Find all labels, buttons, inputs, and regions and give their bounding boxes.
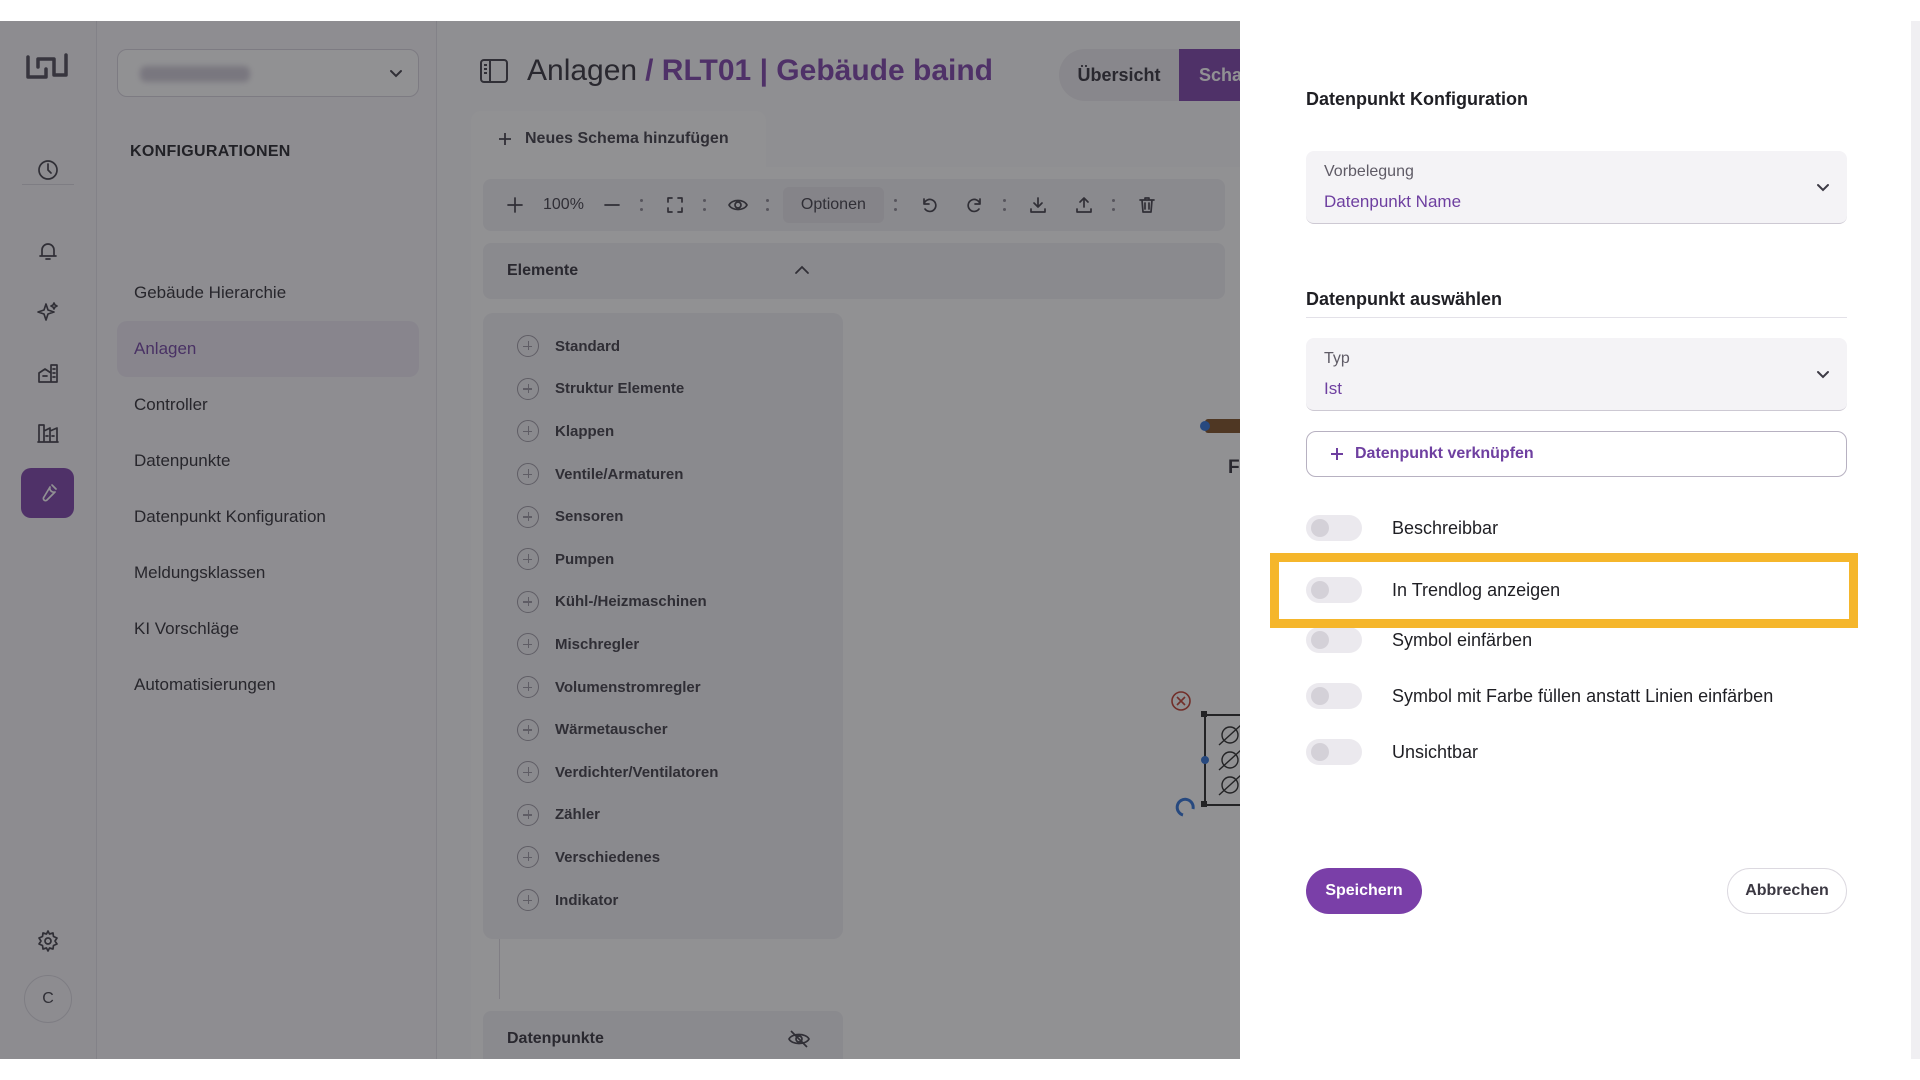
toggle-row-unsichtbar: Unsichtbar: [1306, 735, 1866, 769]
toggle-row-symbol-fuellen: Symbol mit Farbe füllen anstatt Linien e…: [1306, 679, 1866, 713]
toggle-knob: [1311, 743, 1329, 761]
toggle-label: Symbol einfärben: [1392, 629, 1533, 650]
type-value: Ist: [1324, 379, 1342, 398]
preset-value: Datenpunkt Name: [1324, 192, 1462, 211]
type-label: Typ: [1324, 350, 1350, 367]
datapoint-config-drawer: Datenpunkt Konfiguration Vorbelegung Dat…: [1240, 21, 1920, 1059]
toggle-knob: [1311, 631, 1329, 649]
chevron-down-icon: [1817, 184, 1829, 192]
preset-select[interactable]: Vorbelegung Datenpunkt Name: [1306, 151, 1847, 224]
toggle-symbol-einfaerben[interactable]: [1306, 627, 1362, 653]
toggle-label: Beschreibbar: [1392, 517, 1499, 538]
link-datapoint-label: Datenpunkt verknüpfen: [1355, 445, 1534, 462]
chevron-down-icon: [1817, 371, 1829, 379]
plus-icon: [1331, 448, 1343, 460]
type-select[interactable]: Typ Ist: [1306, 338, 1847, 411]
link-datapoint-button[interactable]: Datenpunkt verknüpfen: [1306, 431, 1847, 477]
preset-label: Vorbelegung: [1324, 163, 1414, 180]
toggle-label: Symbol mit Farbe füllen anstatt Linien e…: [1392, 685, 1774, 706]
cancel-button[interactable]: Abbrechen: [1727, 868, 1847, 914]
save-button[interactable]: Speichern: [1306, 868, 1422, 914]
toggle-unsichtbar[interactable]: [1306, 739, 1362, 765]
toggle-knob: [1311, 687, 1329, 705]
toggle-label: Unsichtbar: [1392, 741, 1479, 762]
select-datapoint-heading: Datenpunkt auswählen: [1306, 289, 1503, 309]
toggle-knob: [1311, 519, 1329, 537]
toggle-symbol-fuellen[interactable]: [1306, 683, 1362, 709]
toggle-row-beschreibbar: Beschreibbar: [1306, 511, 1866, 545]
toggle-beschreibbar[interactable]: [1306, 515, 1362, 541]
page-scrollbar[interactable]: [1911, 21, 1920, 1059]
app-window: C KONFIGURATIONEN Gebäude Hierarchie Anl…: [0, 21, 1920, 1059]
section-divider: [1306, 317, 1847, 318]
drawer-title: Datenpunkt Konfiguration: [1306, 89, 1528, 109]
highlight-box: [1270, 553, 1858, 628]
toggle-row-symbol-einfaerben: Symbol einfärben: [1306, 623, 1866, 657]
